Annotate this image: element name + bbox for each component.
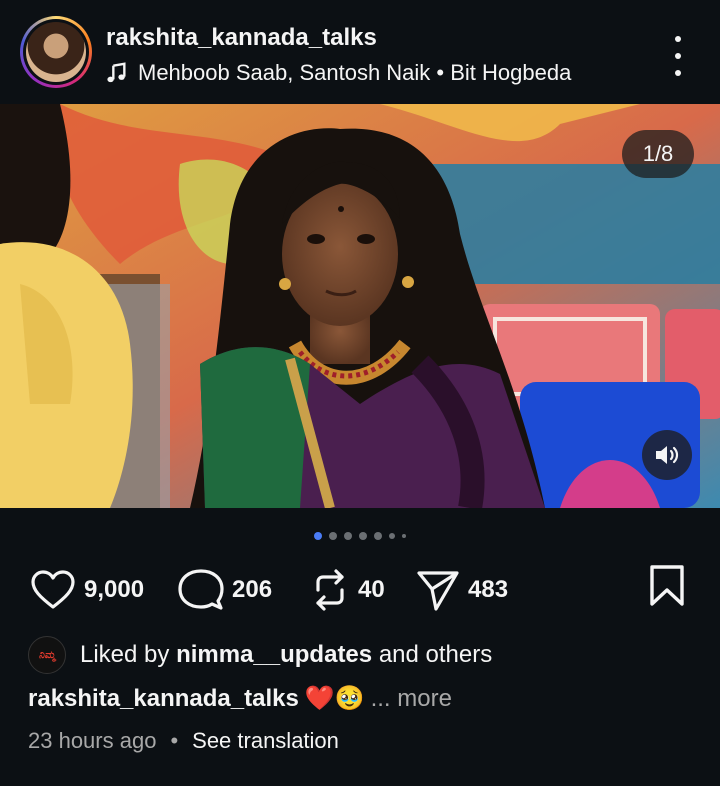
volume-icon[interactable] xyxy=(642,430,692,480)
music-label: Mehboob Saab, Santosh Naik • Bit Hogbeda xyxy=(138,60,572,85)
music-info[interactable]: Mehboob Saab, Santosh Naik • Bit Hogbeda xyxy=(106,60,571,86)
liked-by-prefix: Liked by xyxy=(80,641,170,668)
slide-counter: 1/8 xyxy=(622,130,694,178)
heart-icon[interactable] xyxy=(30,569,76,611)
comment-count[interactable]: 206 xyxy=(232,576,272,604)
caption-more-link[interactable]: ... more xyxy=(371,685,452,713)
post-media-carousel[interactable]: 1/8 xyxy=(0,104,720,508)
avatar-gap xyxy=(23,19,89,85)
repost-count[interactable]: 40 xyxy=(358,576,385,604)
liked-by-row[interactable]: ನಿಮ್ಮ Liked by nimma__updates and others xyxy=(28,636,492,674)
liked-by-avatar[interactable]: ನಿಮ್ಮ xyxy=(28,636,66,674)
carousel-dot xyxy=(374,532,382,540)
post-meta: 23 hours ago • See translation xyxy=(28,728,339,754)
comment-action[interactable]: 206 xyxy=(178,562,272,618)
action-bar: 9,000 206 40 483 xyxy=(0,562,720,618)
bookmark-icon[interactable] xyxy=(648,564,686,608)
liked-by-user[interactable]: nimma__updates xyxy=(176,641,372,668)
share-count[interactable]: 483 xyxy=(468,576,508,604)
more-options-icon[interactable] xyxy=(664,36,692,76)
caption-emojis: ❤️🥹 xyxy=(304,685,365,712)
send-icon[interactable] xyxy=(416,569,460,611)
post-timestamp: 23 hours ago xyxy=(28,728,157,753)
repost-icon[interactable] xyxy=(310,568,350,612)
liked-by-suffix[interactable]: and others xyxy=(379,641,492,668)
post-username[interactable]: rakshita_kannada_talks xyxy=(106,24,377,52)
like-action[interactable]: 9,000 xyxy=(30,562,144,618)
carousel-indicator xyxy=(0,530,720,542)
carousel-dot xyxy=(402,534,406,538)
speaker-icon xyxy=(656,446,679,464)
share-action[interactable]: 483 xyxy=(416,562,508,618)
post-photo xyxy=(0,104,720,508)
carousel-dot-active xyxy=(314,532,322,540)
post-header: rakshita_kannada_talks Mehboob Saab, San… xyxy=(0,0,720,104)
carousel-dot xyxy=(389,533,395,539)
repost-action[interactable]: 40 xyxy=(310,562,385,618)
carousel-dot xyxy=(359,532,367,540)
carousel-dot xyxy=(329,532,337,540)
meta-separator: • xyxy=(170,728,179,753)
avatar xyxy=(26,22,86,82)
post-caption: rakshita_kannada_talks ❤️🥹 ... more xyxy=(28,684,452,713)
story-ring-avatar[interactable] xyxy=(20,16,92,88)
carousel-dot xyxy=(344,532,352,540)
comment-icon[interactable] xyxy=(178,568,224,612)
like-count[interactable]: 9,000 xyxy=(84,576,144,604)
music-note-icon xyxy=(107,62,126,83)
caption-username[interactable]: rakshita_kannada_talks xyxy=(28,685,299,713)
see-translation-link[interactable]: See translation xyxy=(192,728,339,754)
